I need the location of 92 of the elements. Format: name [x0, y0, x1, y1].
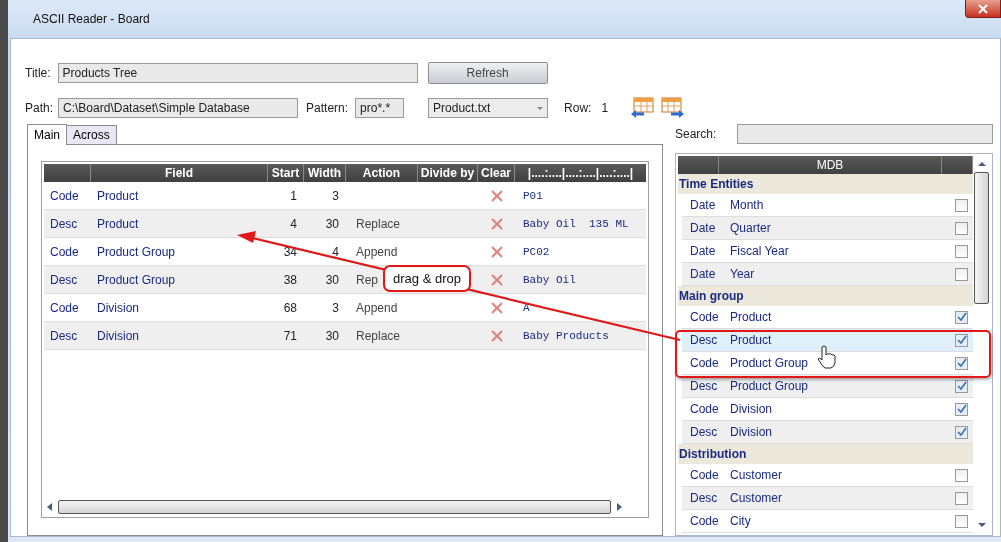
field-label: Path: [25, 101, 54, 115]
group-header[interactable]: Time Entities [678, 174, 973, 194]
table-cell-text: PC02 [522, 245, 551, 258]
table-cell-text: Product Group [96, 272, 177, 287]
table-cell: Replace [356, 216, 401, 231]
checkbox[interactable] [955, 356, 968, 370]
title-field[interactable]: Products Tree [57, 63, 418, 83]
table-arrow-right-icon[interactable] [661, 97, 686, 119]
clear-icon[interactable] [490, 301, 503, 314]
table-cell-text: 30 [324, 216, 340, 231]
clear-icon[interactable] [490, 273, 503, 286]
checkbox[interactable] [955, 491, 968, 505]
checkbox[interactable] [955, 425, 968, 439]
table-cell-text: Product [96, 216, 140, 231]
column-header: Action [346, 164, 418, 182]
list-item[interactable]: Date Quarter [682, 217, 973, 240]
checkbox[interactable] [955, 468, 968, 482]
search-field[interactable] [737, 124, 993, 144]
checkbox[interactable] [955, 267, 968, 281]
table-cell-text: 30 [324, 328, 340, 343]
checkbox[interactable] [955, 198, 968, 212]
checkbox[interactable] [955, 514, 968, 528]
group-header[interactable]: Main group [678, 286, 973, 306]
column-header: Clear [478, 164, 515, 182]
checkbox[interactable] [955, 244, 968, 258]
column-header: Width [304, 164, 346, 182]
list-item[interactable]: Date Year [682, 263, 973, 286]
table-cell-text: 71 [282, 328, 298, 343]
table-cell-text: P01 [522, 189, 544, 202]
table-cell-text: 68 [282, 300, 298, 315]
field-label: Title: [25, 66, 51, 80]
table-cell-text: Desc [49, 272, 79, 287]
column-header: Divide by [418, 164, 478, 182]
column-header: Field [91, 164, 268, 182]
group-header[interactable]: Distribution [678, 444, 973, 464]
table-cell: Append [356, 300, 398, 315]
table-cell-text: 30 [324, 272, 340, 287]
table-cell-text: Baby Oil [522, 273, 577, 286]
search-label: Search: [675, 127, 717, 141]
hand-cursor-icon [817, 345, 836, 369]
checkbox[interactable] [955, 310, 968, 324]
table-cell-text: A [522, 301, 531, 314]
clear-icon[interactable] [490, 245, 503, 258]
table-cell-text: Baby Oil 135 ML [522, 217, 630, 230]
table-cell-text: Desc [49, 216, 79, 231]
checkbox[interactable] [955, 379, 968, 393]
table-arrow-left-icon[interactable] [630, 97, 655, 119]
table-cell: Rep [356, 272, 378, 287]
row-number: 1 [601, 101, 609, 115]
close-icon [977, 3, 989, 14]
list-item[interactable]: Desc Customer [682, 487, 973, 510]
file-dropdown[interactable]: Product.txt [428, 98, 549, 118]
table-cell-text: Product Group [96, 244, 177, 259]
list-item[interactable]: Code City [682, 510, 973, 533]
table-cell-text: 3 [331, 188, 340, 203]
list-item[interactable]: Desc Product Group [682, 375, 973, 398]
list-item[interactable]: Desc Product [682, 329, 973, 352]
table-cell-text: Division [96, 328, 140, 343]
table-cell-text: 38 [282, 272, 298, 287]
table-cell-text: 4 [289, 216, 298, 231]
callout: drag & drop [383, 265, 471, 292]
refresh-button[interactable]: Refresh [427, 62, 548, 84]
checkbox[interactable] [955, 221, 968, 235]
column-header: Start [268, 164, 304, 182]
clear-icon[interactable] [490, 217, 503, 230]
tab[interactable]: Main [27, 124, 67, 145]
table-cell: Replace [356, 328, 401, 343]
table-cell-text: 3 [331, 300, 340, 315]
clear-icon[interactable] [490, 189, 503, 202]
table-cell-text: Product [96, 188, 140, 203]
table-cell-text: 4 [331, 244, 340, 259]
table-cell-text: Code [49, 188, 80, 203]
table-cell-text: Baby Products [522, 329, 610, 342]
checkbox[interactable] [955, 333, 968, 347]
table-cell-text: Code [49, 244, 80, 259]
table-cell-text: Division [96, 300, 140, 315]
table-cell-text: Desc [49, 328, 79, 343]
table-cell-text: 1 [289, 188, 298, 203]
path-field[interactable]: C:\Board\Dataset\Simple Database [58, 98, 299, 118]
table-cell-text: Code [49, 300, 80, 315]
close-button[interactable] [965, 0, 1001, 18]
tab[interactable]: Across [66, 125, 117, 144]
table-cell: Append [356, 244, 398, 259]
column-header: |....:....|....:....|....:....| [526, 165, 635, 182]
field-label: Row: [564, 101, 592, 115]
window-title: ASCII Reader - Board [33, 12, 150, 26]
table-cell-text: 34 [282, 244, 298, 259]
clear-icon[interactable] [490, 329, 503, 342]
pattern-field[interactable]: pro*.* [355, 98, 405, 118]
field-label: Pattern: [306, 101, 349, 115]
list-item[interactable]: Desc Division [682, 421, 973, 444]
checkbox[interactable] [955, 402, 968, 416]
